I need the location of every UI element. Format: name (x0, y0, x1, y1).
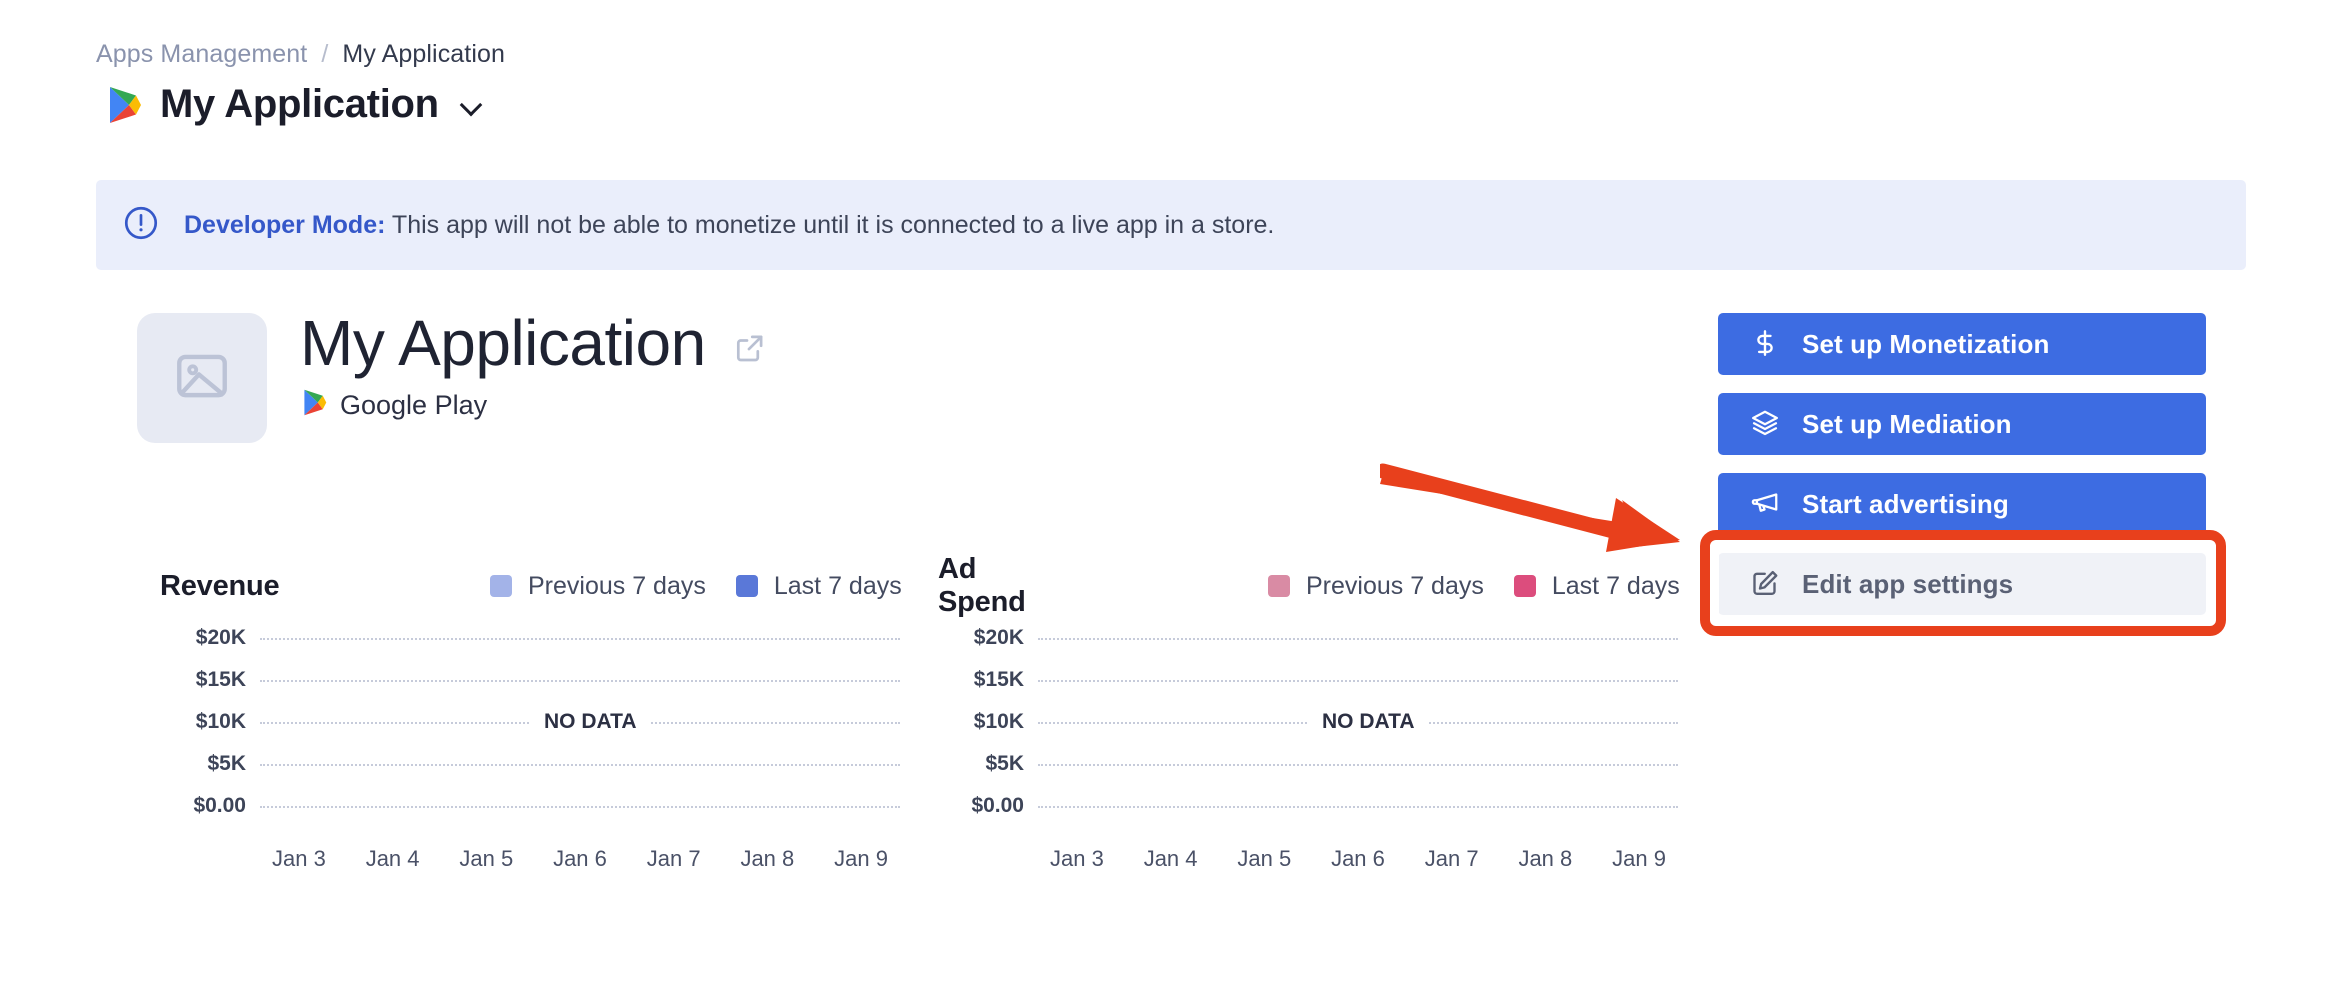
breadcrumb: Apps Management / My Application (96, 40, 505, 69)
gridline (260, 680, 900, 682)
legend-item[interactable]: Last 7 days (1514, 572, 1680, 601)
google-play-icon (108, 86, 142, 124)
app-detail-page: Apps Management / My Application My Appl… (0, 0, 2342, 1002)
y-axis-tick: $0.00 (938, 794, 1024, 818)
chart-plot-area: $20K $15K $10K $5K $0.00 NO DATA Jan 3 J… (938, 630, 1678, 890)
button-label: Set up Monetization (1802, 329, 2049, 360)
set-up-mediation-button[interactable]: Set up Mediation (1718, 393, 2206, 455)
legend-item[interactable]: Previous 7 days (1268, 572, 1484, 601)
app-name-row: My Application (300, 310, 768, 377)
gridline (260, 638, 900, 640)
gridline (260, 764, 900, 766)
x-axis: Jan 3 Jan 4 Jan 5 Jan 6 Jan 7 Jan 8 Jan … (260, 846, 900, 872)
legend-label: Previous 7 days (528, 572, 706, 601)
y-axis-tick: $5K (938, 752, 1024, 776)
ad-spend-chart: Ad Spend Previous 7 days Last 7 days $20… (938, 566, 2342, 890)
app-overview-header: My Application Google Play (300, 310, 768, 421)
legend-swatch (1268, 575, 1290, 597)
button-label: Set up Mediation (1802, 409, 2012, 440)
gridline (260, 806, 900, 808)
chart-header: Ad Spend Previous 7 days Last 7 days (938, 566, 2342, 606)
developer-mode-banner: Developer Mode: This app will not be abl… (96, 180, 2246, 270)
gridline (1038, 638, 1678, 640)
chart-legend: Previous 7 days Last 7 days (1268, 572, 1680, 601)
chart-plot-area: $20K $15K $10K $5K $0.00 NO DATA Jan 3 J… (160, 630, 900, 890)
y-axis-tick: $15K (938, 668, 1024, 692)
x-axis: Jan 3 Jan 4 Jan 5 Jan 6 Jan 7 Jan 8 Jan … (1038, 846, 1678, 872)
google-play-icon (303, 389, 327, 421)
y-axis-tick: $15K (160, 668, 246, 692)
breadcrumb-parent-link[interactable]: Apps Management (96, 40, 307, 69)
dollar-sign-icon (1750, 328, 1780, 361)
breadcrumb-current: My Application (342, 40, 505, 69)
legend-item[interactable]: Last 7 days (736, 572, 902, 601)
page-title: My Application (160, 82, 439, 127)
start-advertising-button[interactable]: Start advertising (1718, 473, 2206, 535)
y-axis-tick: $20K (160, 626, 246, 650)
y-axis-tick: $20K (938, 626, 1024, 650)
x-axis-tick: Jan 6 (1331, 846, 1385, 872)
page-title-row: My Application (108, 82, 481, 127)
y-axis-tick: $10K (160, 710, 246, 734)
x-axis-tick: Jan 8 (740, 846, 794, 872)
set-up-monetization-button[interactable]: Set up Monetization (1718, 313, 2206, 375)
banner-bold-prefix: Developer Mode: (184, 211, 385, 239)
x-axis-tick: Jan 8 (1518, 846, 1572, 872)
x-axis-tick: Jan 9 (1612, 846, 1666, 872)
x-axis-tick: Jan 4 (1144, 846, 1198, 872)
banner-body-text: This app will not be able to monetize un… (385, 211, 1274, 239)
chevron-down-icon[interactable] (461, 95, 481, 115)
chart-empty-state-label: NO DATA (530, 710, 651, 734)
legend-label: Last 7 days (1552, 572, 1680, 601)
x-axis-tick: Jan 6 (553, 846, 607, 872)
gridline (1038, 806, 1678, 808)
legend-swatch (736, 575, 758, 597)
x-axis-tick: Jan 4 (366, 846, 420, 872)
external-link-icon[interactable] (732, 322, 768, 366)
chart-empty-state-label: NO DATA (1308, 710, 1429, 734)
gridline (1038, 764, 1678, 766)
layers-icon (1750, 408, 1780, 441)
legend-item[interactable]: Previous 7 days (490, 572, 706, 601)
button-label: Start advertising (1802, 489, 2009, 520)
legend-swatch (1514, 575, 1536, 597)
image-placeholder-icon (171, 345, 233, 412)
chart-legend: Previous 7 days Last 7 days (490, 572, 902, 601)
x-axis-tick: Jan 5 (1237, 846, 1291, 872)
legend-label: Previous 7 days (1306, 572, 1484, 601)
app-store-name: Google Play (340, 390, 487, 421)
red-arrow-pointer-icon (1380, 450, 1710, 560)
megaphone-icon (1750, 488, 1780, 521)
y-axis-tick: $5K (160, 752, 246, 776)
y-axis-tick: $10K (938, 710, 1024, 734)
info-exclamation-icon (122, 204, 160, 247)
x-axis-tick: Jan 7 (1425, 846, 1479, 872)
banner-message: Developer Mode: This app will not be abl… (184, 211, 1274, 240)
breadcrumb-separator: / (321, 40, 328, 69)
app-thumbnail (137, 313, 267, 443)
x-axis-tick: Jan 9 (834, 846, 888, 872)
x-axis-tick: Jan 7 (647, 846, 701, 872)
gridline (1038, 680, 1678, 682)
x-axis-tick: Jan 3 (272, 846, 326, 872)
legend-swatch (490, 575, 512, 597)
x-axis-tick: Jan 3 (1050, 846, 1104, 872)
app-name: My Application (300, 310, 706, 377)
app-store-row: Google Play (303, 389, 768, 421)
legend-label: Last 7 days (774, 572, 902, 601)
x-axis-tick: Jan 5 (459, 846, 513, 872)
y-axis-tick: $0.00 (160, 794, 246, 818)
